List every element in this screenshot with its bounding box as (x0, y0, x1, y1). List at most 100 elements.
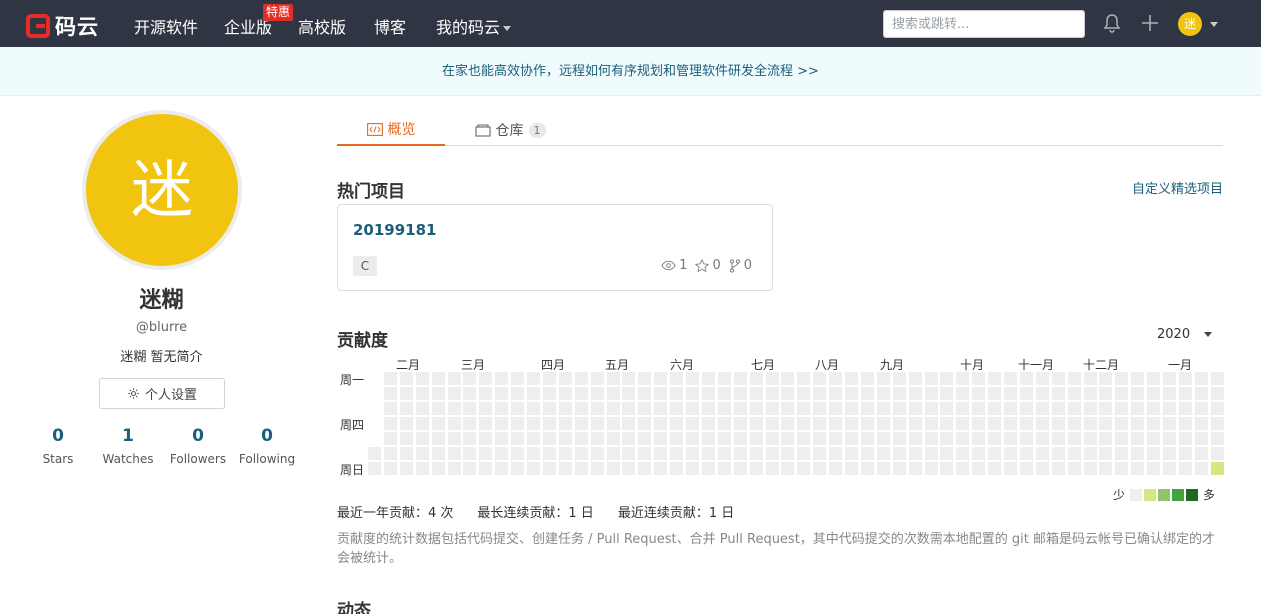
plus-icon[interactable] (1140, 13, 1160, 37)
heatmap-cell (399, 462, 413, 475)
heatmap-cell (1210, 372, 1224, 385)
nav-avatar[interactable]: 迷 (1178, 12, 1202, 36)
heatmap-cell (431, 432, 445, 445)
heatmap-cell (829, 372, 843, 385)
heatmap-cell (447, 417, 461, 430)
heatmap-cell (765, 417, 779, 430)
heatmap-cell (638, 387, 652, 400)
heatmap-cell (590, 432, 604, 445)
heatmap-cell (383, 417, 397, 430)
heatmap-cell (956, 432, 970, 445)
heatmap-cell (479, 462, 493, 475)
heatmap-cell (1051, 417, 1065, 430)
longest-streak: 最长连续贡献：1 日 (477, 506, 594, 521)
heatmap-cell (431, 462, 445, 475)
heatmap-cell (511, 417, 525, 430)
heatmap-cell (845, 387, 858, 400)
stat-watches[interactable]: 1 Watches (88, 426, 168, 466)
customize-featured-link[interactable]: 自定义精选项目 (1132, 178, 1223, 197)
heatmap-cell (511, 447, 525, 460)
heatmap-cell (686, 432, 699, 445)
nav-link-my-gitee[interactable]: 我的码云 (436, 14, 512, 38)
heatmap-cell (383, 402, 397, 415)
heatmap-cell (956, 402, 970, 415)
legend-cell (1186, 488, 1199, 501)
month-label: 三月 (461, 358, 486, 372)
heatmap-cell (431, 417, 445, 430)
heatmap-cell (1131, 447, 1145, 460)
heatmap-cell (1194, 462, 1208, 475)
tab-repositories[interactable]: 仓库 1 (460, 114, 560, 146)
logo[interactable]: 码云 (26, 11, 99, 41)
heatmap-cell (527, 462, 540, 475)
heatmap-cell (542, 372, 556, 385)
heatmap-cell (447, 447, 461, 460)
stat-label: Stars (42, 452, 74, 466)
day-label-thursday: 周四 (340, 418, 365, 432)
heatmap-cell (1194, 402, 1208, 415)
month-label: 十一月 (1018, 358, 1055, 372)
day-label-sunday: 周日 (340, 463, 365, 477)
heatmap-cell (765, 387, 779, 400)
heatmap-cell (574, 402, 588, 415)
heatmap-cell (1035, 402, 1049, 415)
heatmap-cell (765, 447, 779, 460)
stat-value: 0 (192, 426, 204, 446)
promo-badge: 特惠 (263, 4, 294, 21)
heatmap-cell (781, 417, 795, 430)
year-select[interactable]: 2020 (1157, 327, 1213, 342)
heatmap-cell (972, 432, 986, 445)
heatmap-cell (813, 462, 827, 475)
personal-settings-label: 个人设置 (144, 388, 197, 403)
project-name[interactable]: 20199181 (353, 221, 437, 239)
heatmap-cell (797, 372, 811, 385)
logo-text: 码云 (55, 15, 99, 39)
heatmap-cell (1147, 432, 1161, 445)
heatmap-cell (733, 387, 747, 400)
heatmap-cell (924, 462, 938, 475)
heatmap-cell (606, 417, 620, 430)
activity-title: 动态 (337, 601, 371, 614)
heatmap-cell (495, 432, 509, 445)
heatmap-cell (511, 372, 525, 385)
heatmap-cell (415, 402, 429, 415)
announcement-banner[interactable]: 在家也能高效协作，远程如何有序规划和管理软件研发全流程 >> (0, 47, 1261, 96)
search-input[interactable] (883, 10, 1085, 38)
heatmap-cell (924, 387, 938, 400)
bell-icon[interactable] (1103, 13, 1121, 37)
heatmap-cell (590, 387, 604, 400)
heatmap-cell (940, 432, 954, 445)
heatmap-cell (590, 462, 604, 475)
nav-link-open-source[interactable]: 开源软件 (134, 14, 198, 38)
heatmap-cell (765, 432, 779, 445)
heatmap-cell (1083, 372, 1097, 385)
eye-icon (661, 260, 676, 271)
heatmap-cell (1099, 387, 1113, 400)
project-stats: 1 0 0 (661, 258, 752, 273)
tab-overview[interactable]: 概览 (337, 114, 445, 146)
project-card[interactable]: 20199181 C 1 0 0 (337, 204, 773, 291)
heatmap-cell (495, 417, 509, 430)
heatmap-cell (717, 387, 731, 400)
heatmap-cell (924, 447, 938, 460)
heatmap-cell (797, 432, 811, 445)
heatmap-cell (765, 402, 779, 415)
day-label-monday: 周一 (340, 373, 365, 387)
nav-link-education[interactable]: 高校版 (298, 14, 346, 38)
heatmap-cell (383, 432, 397, 445)
heatmap-cell (972, 372, 986, 385)
avatar-chevron-down-icon[interactable] (1210, 22, 1218, 27)
heatmap-cell (1083, 417, 1097, 430)
banner-text[interactable]: 在家也能高效协作，远程如何有序规划和管理软件研发全流程 >> (442, 64, 819, 79)
personal-settings-button[interactable]: 个人设置 (99, 378, 225, 409)
heatmap-cell (988, 402, 1002, 415)
stat-following[interactable]: 0 Following (227, 426, 307, 466)
nav-link-blog[interactable]: 博客 (374, 14, 406, 38)
heatmap-cell (479, 447, 493, 460)
stat-followers[interactable]: 0 Followers (158, 426, 238, 466)
heatmap-cell (1210, 432, 1224, 445)
heatmap-cell (1115, 417, 1129, 430)
heatmap-cell (622, 387, 636, 400)
stat-stars[interactable]: 0 Stars (18, 426, 98, 466)
heatmap-cell (1099, 402, 1113, 415)
